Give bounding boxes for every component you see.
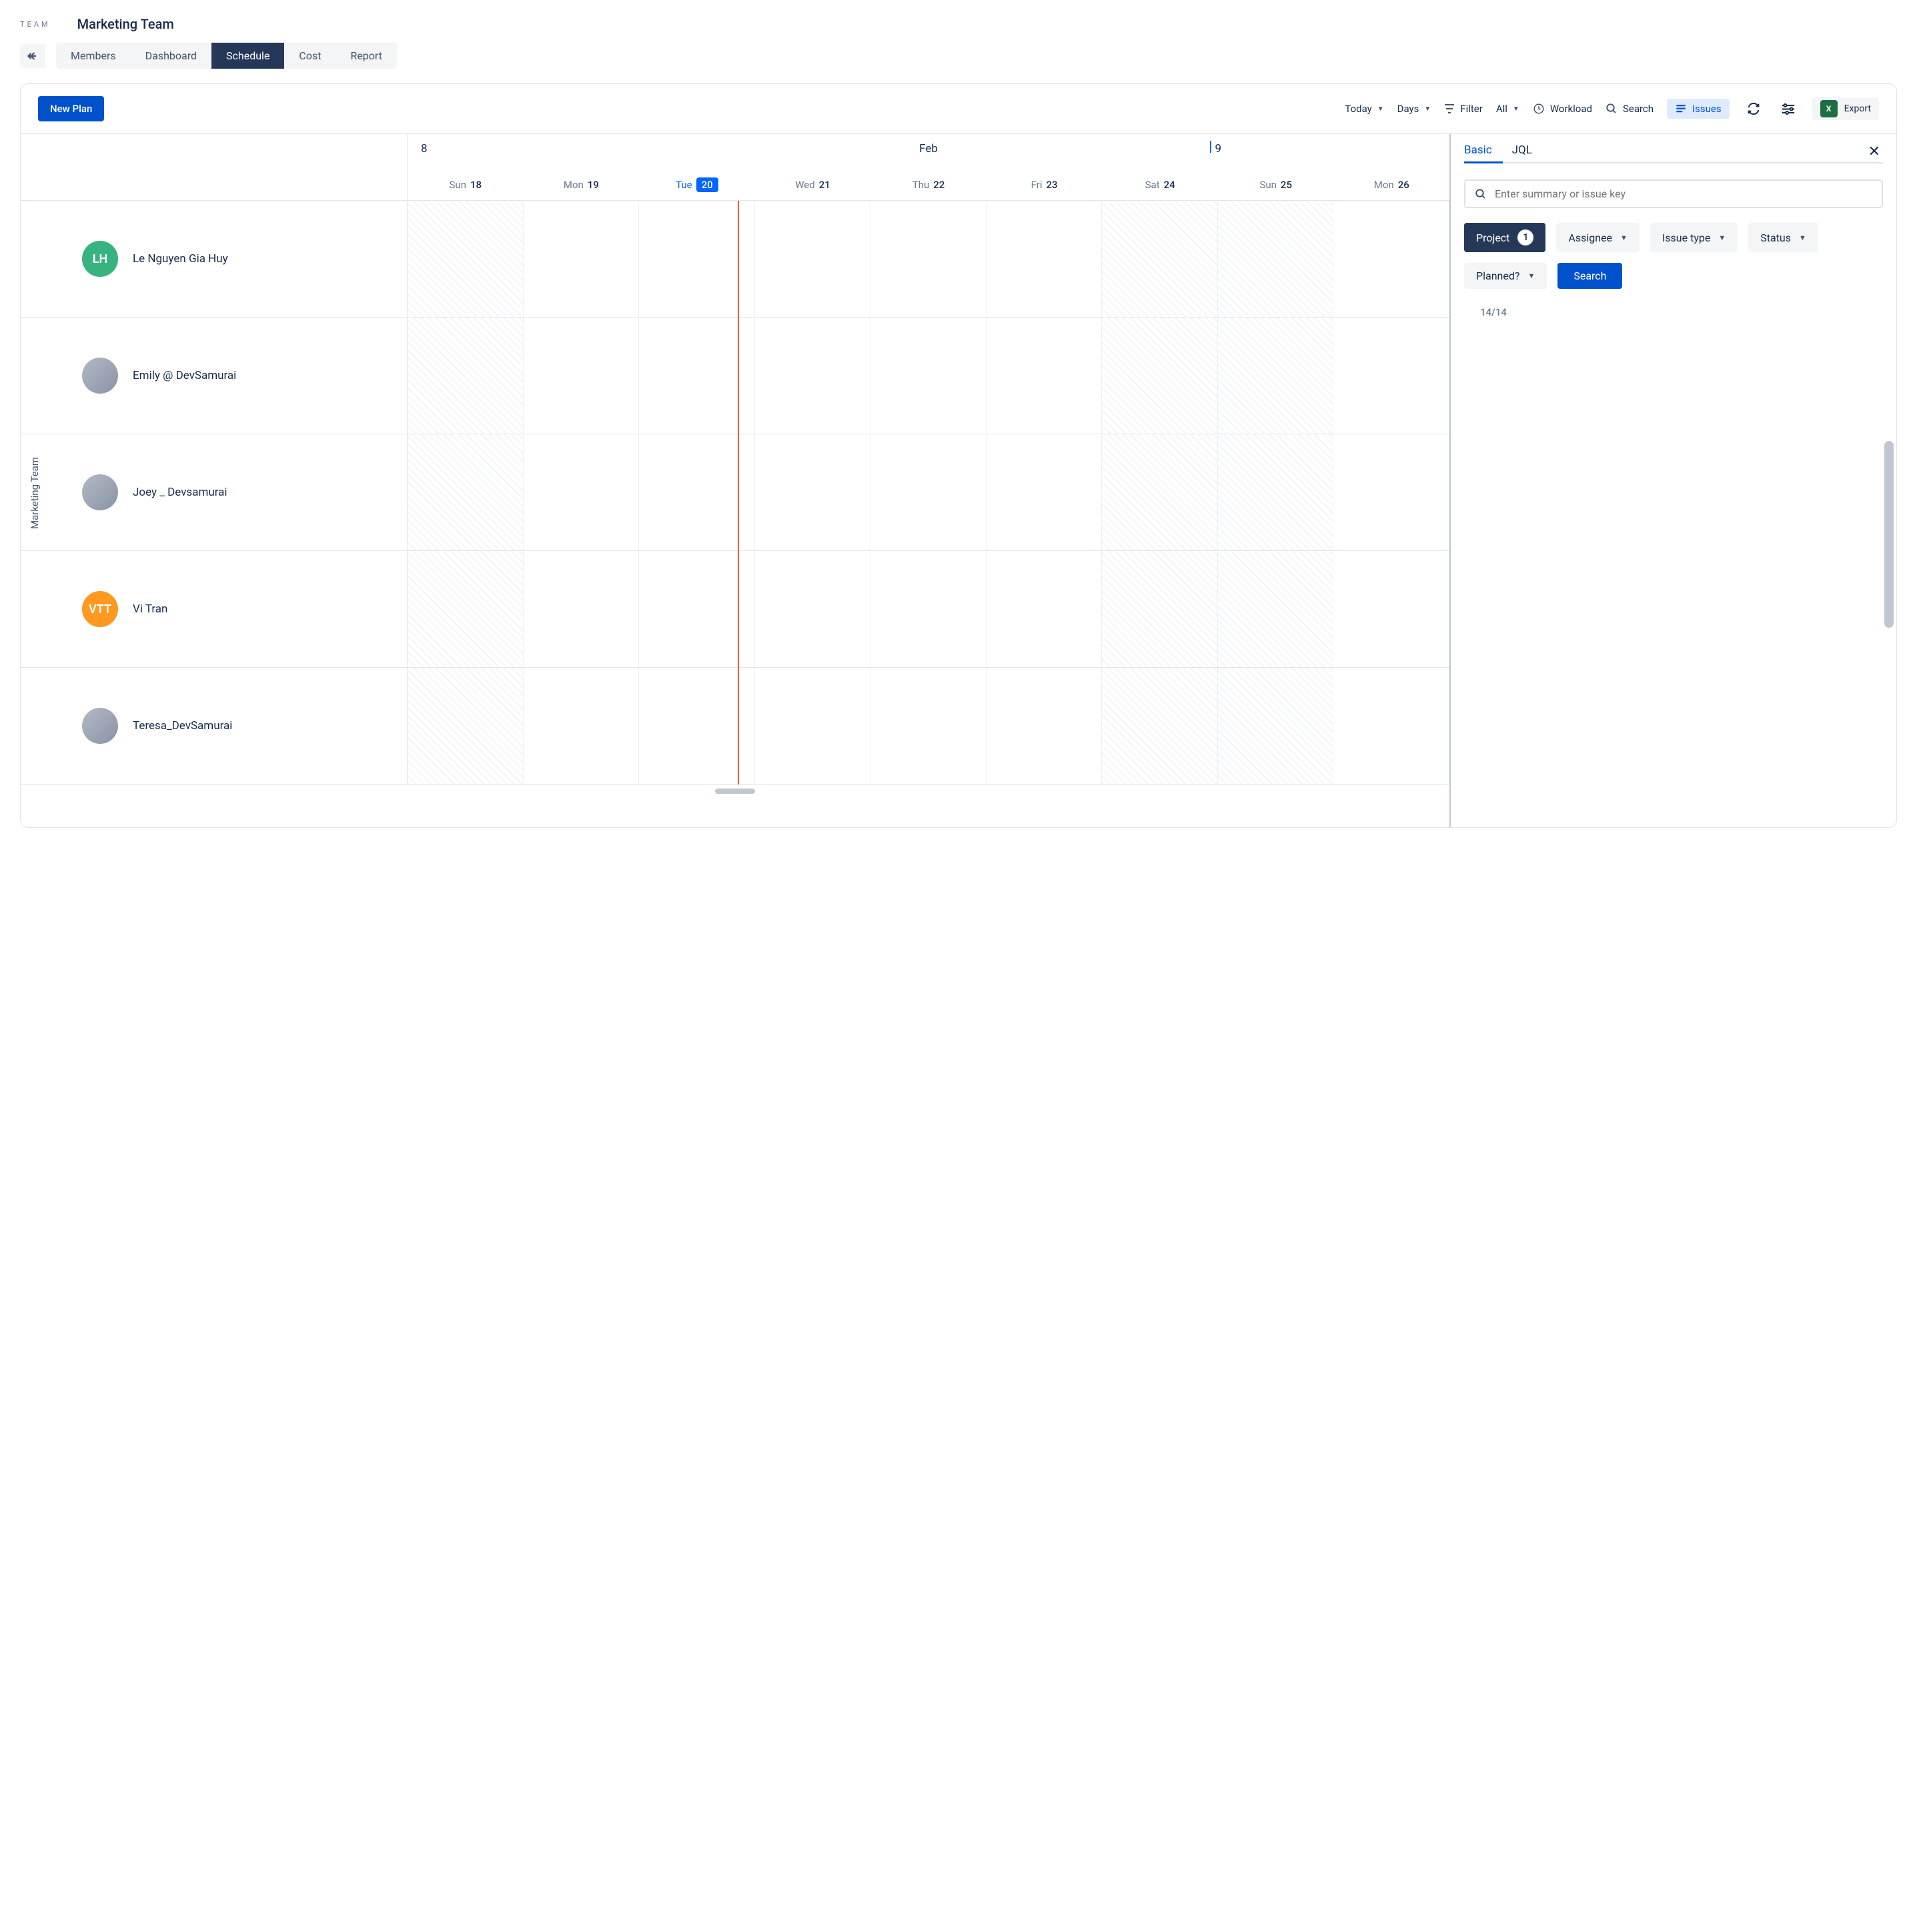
filter-project[interactable]: Project1 xyxy=(1464,223,1545,252)
back-button[interactable] xyxy=(20,44,45,68)
tab-schedule[interactable]: Schedule xyxy=(211,43,284,69)
avatar xyxy=(82,358,118,394)
member-row: Emily @ DevSamurai xyxy=(21,318,1449,434)
tab-dashboard[interactable]: Dashboard xyxy=(131,43,211,69)
clock-icon xyxy=(1533,103,1545,115)
day-header: Mon26 xyxy=(1334,169,1450,201)
chevron-down-icon: ▼ xyxy=(1620,233,1628,242)
team-label: TEAM xyxy=(20,20,51,29)
day-header: Tue20 xyxy=(639,169,755,201)
chevron-down-icon: ▼ xyxy=(1513,105,1519,113)
chevron-down-icon: ▼ xyxy=(1799,233,1806,242)
search-button[interactable]: Search xyxy=(1606,103,1654,115)
sync-button[interactable] xyxy=(1743,98,1764,119)
day-header: Sun18 xyxy=(408,169,524,201)
filter-status[interactable]: Status▼ xyxy=(1748,223,1818,252)
panel-search-input[interactable] xyxy=(1495,187,1872,200)
chevron-down-icon: ▼ xyxy=(1527,272,1535,280)
sync-icon xyxy=(1746,101,1761,116)
new-plan-button[interactable]: New Plan xyxy=(38,96,104,121)
filter-icon xyxy=(1444,104,1455,113)
member-name: Le Nguyen Gia Huy xyxy=(133,252,228,266)
filter-planned[interactable]: Planned?▼ xyxy=(1464,263,1547,289)
filter-issuetype[interactable]: Issue type▼ xyxy=(1650,223,1738,252)
today-line xyxy=(738,201,739,785)
panel-search[interactable] xyxy=(1464,179,1883,208)
week-divider xyxy=(1210,141,1211,153)
day-header: Sun25 xyxy=(1218,169,1334,201)
chevron-down-icon: ▼ xyxy=(1377,105,1384,113)
issues-button[interactable]: Issues xyxy=(1667,99,1730,119)
panel-search-button[interactable]: Search xyxy=(1557,263,1622,289)
avatar: VTT xyxy=(82,591,118,627)
day-header: Thu22 xyxy=(870,169,987,201)
avatar xyxy=(82,474,118,510)
member-name: Teresa_DevSamurai xyxy=(133,719,232,733)
member-name: Vi Tran xyxy=(133,602,167,616)
member-row: Teresa_DevSamurai xyxy=(21,668,1449,785)
panel-tab-jql[interactable]: JQL xyxy=(1512,143,1532,157)
filter-button[interactable]: Filter xyxy=(1444,103,1483,115)
tab-cost[interactable]: Cost xyxy=(284,43,336,69)
filter-assignee[interactable]: Assignee▼ xyxy=(1556,223,1640,252)
panel-tab-basic[interactable]: Basic xyxy=(1464,143,1492,157)
week-number-row: 8 Feb 9 xyxy=(408,134,1449,169)
team-name: Marketing Team xyxy=(77,16,174,32)
day-header: Wed21 xyxy=(755,169,871,201)
avatar xyxy=(82,708,118,744)
member-row: LH Le Nguyen Gia Huy xyxy=(21,201,1449,318)
tab-report[interactable]: Report xyxy=(336,43,397,69)
search-icon xyxy=(1475,188,1487,200)
timeunit-select[interactable]: Days▼ xyxy=(1397,103,1431,115)
member-name: Joey _ Devsamurai xyxy=(133,486,227,499)
result-count: 14/14 xyxy=(1480,306,1883,318)
arrow-left-icon xyxy=(26,49,39,63)
avatar: LH xyxy=(82,241,118,277)
search-icon xyxy=(1606,103,1618,115)
scrollbar-thumb[interactable] xyxy=(1884,441,1894,628)
day-header: Sat24 xyxy=(1102,169,1218,201)
chevron-down-icon: ▼ xyxy=(1424,105,1431,113)
export-button[interactable]: X Export xyxy=(1812,97,1879,120)
excel-icon: X xyxy=(1820,100,1838,117)
tab-members[interactable]: Members xyxy=(56,43,131,69)
day-header: Mon19 xyxy=(524,169,640,201)
day-header: Fri23 xyxy=(987,169,1103,201)
member-row: VTT Vi Tran xyxy=(21,551,1449,668)
team-vertical-label: Marketing Team xyxy=(29,457,41,529)
workload-button[interactable]: Workload xyxy=(1533,103,1592,115)
chevron-down-icon: ▼ xyxy=(1718,233,1726,242)
settings-button[interactable] xyxy=(1778,98,1799,119)
issues-icon xyxy=(1675,103,1687,115)
drag-handle[interactable] xyxy=(715,789,755,794)
today-button[interactable]: Today▼ xyxy=(1345,103,1383,115)
filter-all-select[interactable]: All▼ xyxy=(1496,103,1519,115)
member-name: Emily @ DevSamurai xyxy=(133,369,236,382)
member-row: Joey _ Devsamurai xyxy=(21,434,1449,551)
